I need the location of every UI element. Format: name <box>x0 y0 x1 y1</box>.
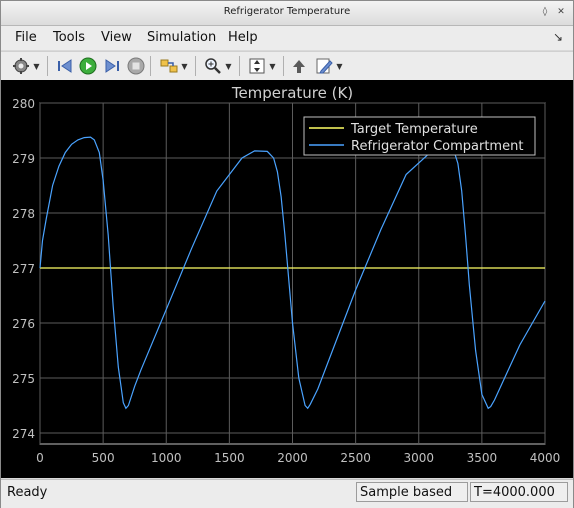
legend-label: Refrigerator Compartment <box>351 139 523 154</box>
x-tick-label: 1500 <box>214 451 245 465</box>
run-icon <box>79 57 97 75</box>
close-icon[interactable]: ✕ <box>555 6 567 18</box>
x-tick-label: 3500 <box>467 451 498 465</box>
settings-button[interactable]: ▼ <box>9 55 43 77</box>
step-forward-button[interactable] <box>102 55 122 77</box>
stop-icon <box>127 57 145 75</box>
window-title: Refrigerator Temperature <box>223 6 351 17</box>
temperature-chart[interactable]: Temperature (K) 0 500 1000 1500 2000 2500 3000 3… <box>1 80 573 478</box>
y-tick-label: 274 <box>12 427 35 441</box>
x-tick-label: 3000 <box>403 451 434 465</box>
zoom-button[interactable]: ▼ <box>201 55 235 77</box>
status-bar: Ready Sample based T=4000.000 <box>1 479 573 508</box>
menu-bar: File Tools View Simulation Help ↘ <box>1 26 573 50</box>
y-tick-label: 275 <box>12 372 35 386</box>
legend-label: Target Temperature <box>350 122 478 137</box>
signal-select-button[interactable]: ▼ <box>157 55 191 77</box>
stop-button[interactable] <box>126 55 146 77</box>
y-tick-label: 276 <box>12 317 35 331</box>
scope-window: Refrigerator Temperature ◊ ✕ File Tools … <box>0 0 574 508</box>
title-bar[interactable]: Refrigerator Temperature ◊ ✕ <box>1 1 573 26</box>
chart-title: Temperature (K) <box>231 84 353 102</box>
y-tick-label: 279 <box>12 152 35 166</box>
menu-simulation[interactable]: Simulation <box>147 30 216 45</box>
y-tick-label: 278 <box>12 207 35 221</box>
zoom-icon <box>205 58 222 74</box>
x-tick-label: 500 <box>92 451 115 465</box>
status-sample-mode: Sample based <box>356 482 468 502</box>
step-forward-icon <box>105 59 119 73</box>
edit-icon <box>316 58 334 74</box>
x-tick-label: 0 <box>36 451 44 465</box>
step-back-button[interactable] <box>55 55 75 77</box>
x-tick-label: 2000 <box>277 451 308 465</box>
toolbar: ▼ ▼ ▼ ▼ ▼ <box>1 51 573 81</box>
x-tick-label: 2500 <box>340 451 371 465</box>
menu-tools[interactable]: Tools <box>53 30 85 45</box>
plot-area[interactable]: Temperature (K) 0 500 1000 1500 2000 2500 3000 3… <box>1 80 573 478</box>
y-tick-label: 280 <box>12 97 35 111</box>
minimize-icon[interactable]: ◊ <box>539 6 551 18</box>
status-sim-time: T=4000.000 <box>470 482 568 502</box>
dock-icon[interactable]: ↘ <box>553 30 563 44</box>
menu-file[interactable]: File <box>15 30 37 45</box>
menu-view[interactable]: View <box>101 30 132 45</box>
signal-select-icon <box>160 59 178 73</box>
y-tick-label: 277 <box>12 262 35 276</box>
scale-axes-icon <box>249 58 265 74</box>
edit-button[interactable]: ▼ <box>312 55 346 77</box>
scale-axes-button[interactable]: ▼ <box>245 55 279 77</box>
step-back-icon <box>58 59 72 73</box>
x-tick-label: 1000 <box>151 451 182 465</box>
highlight-block-button[interactable] <box>289 55 309 77</box>
run-button[interactable] <box>78 55 98 77</box>
highlight-block-icon <box>293 60 305 73</box>
x-tick-label: 4000 <box>530 451 561 465</box>
menu-help[interactable]: Help <box>228 30 258 45</box>
status-ready: Ready <box>7 485 48 500</box>
settings-icon <box>13 58 30 74</box>
